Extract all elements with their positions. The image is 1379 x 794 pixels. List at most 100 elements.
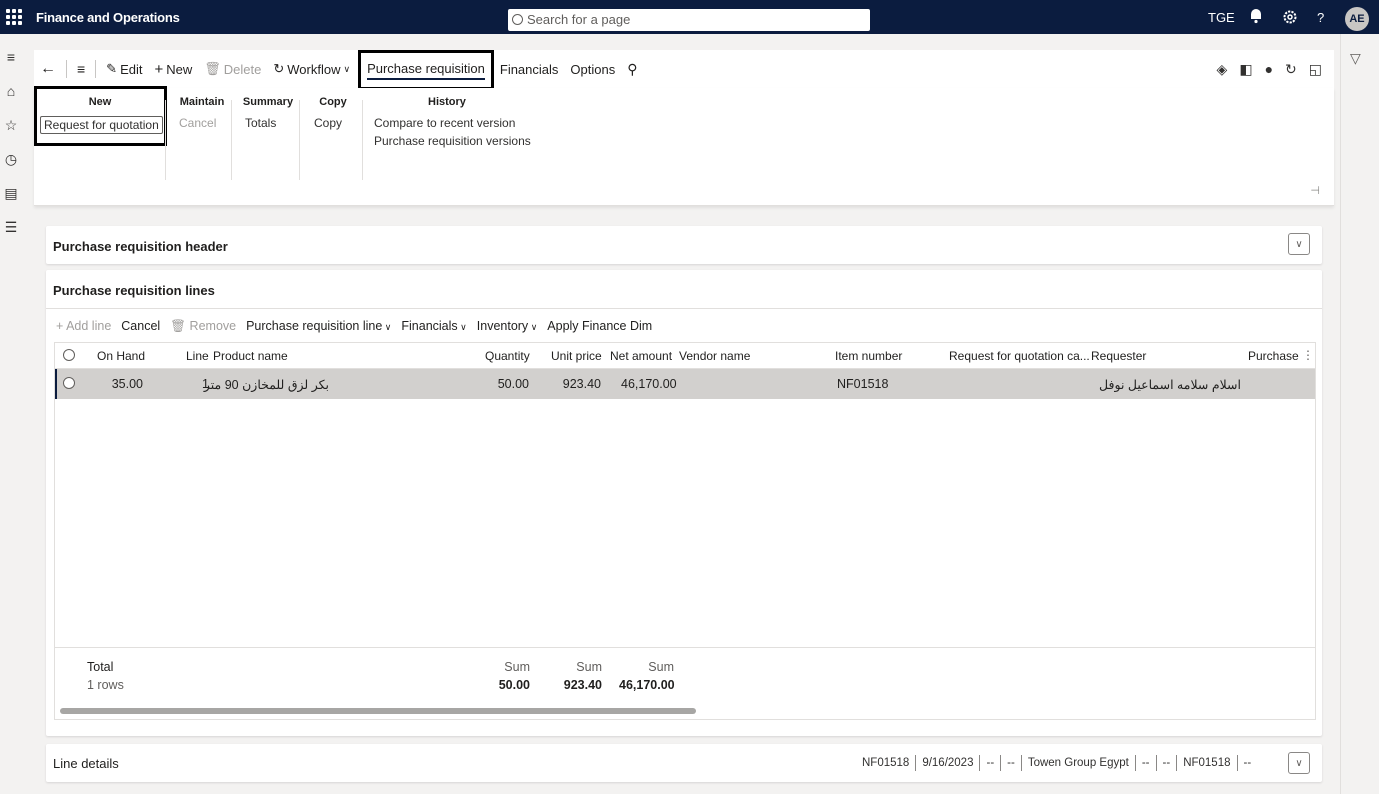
pencil-icon: ✎ — [106, 61, 118, 76]
new-button[interactable]: + New — [148, 50, 198, 88]
cell-requester[interactable]: اسلام سلامه اسماعيل نوفل — [1091, 377, 1241, 392]
summary-item: NF01518 — [862, 757, 910, 769]
apply-finance-dim-button[interactable]: Apply Finance Dim — [547, 319, 652, 333]
cell-item-number[interactable]: NF01518 — [837, 377, 888, 391]
tab-options[interactable]: Options — [564, 50, 621, 88]
divider — [66, 60, 67, 78]
back-arrow-icon[interactable]: ← — [34, 50, 62, 88]
app-launcher-icon[interactable] — [6, 9, 22, 25]
divider — [1134, 755, 1136, 771]
plus-icon: + — [154, 60, 164, 78]
page-options-icon[interactable]: ≡ — [71, 50, 91, 88]
filter-icon[interactable]: ▽ — [1350, 50, 1361, 67]
column-header-vendor-name[interactable]: Vendor name — [679, 349, 750, 363]
copy-button[interactable]: Copy — [308, 116, 358, 130]
app-title[interactable]: Finance and Operations — [36, 10, 180, 25]
cancel-requisition-button[interactable]: Cancel — [174, 116, 230, 130]
workspaces-icon[interactable]: ▤ — [0, 176, 22, 210]
chevron-down-icon[interactable]: ∨ — [1288, 752, 1310, 774]
chevron-down-icon: ∨ — [382, 322, 392, 332]
table-row[interactable]: 35.00 1 بكر لزق للمخازن 90 متر 50.00 923… — [55, 369, 1315, 399]
column-header-line[interactable]: Line — [186, 349, 209, 363]
column-header-quantity[interactable]: Quantity — [485, 349, 530, 363]
trash-icon: 🗑 — [204, 61, 221, 76]
cell-net-amount[interactable]: 46,170.00 — [621, 377, 677, 391]
power-apps-icon[interactable]: ◈ — [1217, 61, 1228, 78]
column-header-net-amount[interactable]: Net amount — [610, 349, 672, 363]
select-all-radio[interactable] — [63, 349, 75, 361]
edit-button[interactable]: ✎ Edit — [100, 50, 148, 88]
new-label: New — [166, 61, 193, 77]
tab-purchase-requisition-label: Purchase requisition — [367, 61, 485, 80]
inventory-menu[interactable]: Inventory ∨ — [477, 319, 538, 333]
modules-list-icon[interactable]: ☰ — [0, 210, 22, 244]
purchase-requisition-versions-button[interactable]: Purchase requisition versions — [374, 134, 544, 148]
column-header-item-number[interactable]: Item number — [835, 349, 902, 363]
open-new-window-icon[interactable]: ◱ — [1309, 61, 1322, 78]
divider — [1155, 755, 1157, 771]
cancel-line-button[interactable]: Cancel — [121, 319, 160, 333]
attachments-badge-icon[interactable]: ● — [1265, 61, 1273, 77]
column-header-rfq-case[interactable]: Request for quotation ca... — [949, 349, 1090, 363]
totals-button[interactable]: Totals — [240, 116, 296, 130]
workflow-button[interactable]: ↻ Workflow ∨ — [267, 50, 356, 88]
hamburger-menu-icon[interactable]: ≡ — [0, 40, 22, 74]
compare-to-recent-version-button[interactable]: Compare to recent version — [374, 116, 544, 130]
cell-on-hand[interactable]: 35.00 — [97, 377, 143, 391]
delete-button[interactable]: 🗑 Delete — [198, 50, 267, 88]
column-header-requester[interactable]: Requester — [1091, 349, 1146, 363]
horizontal-scrollbar[interactable] — [60, 708, 696, 714]
tab-financials[interactable]: Financials — [494, 50, 565, 88]
tab-purchase-requisition[interactable]: Purchase requisition — [358, 50, 494, 90]
settings-icon[interactable] — [1282, 0, 1298, 34]
help-icon[interactable]: ? — [1317, 0, 1324, 34]
divider — [1176, 755, 1178, 771]
highlight-frame — [34, 86, 167, 146]
menu-label: Inventory — [476, 319, 529, 333]
pin-ribbon-icon[interactable]: ⊣ — [1310, 184, 1320, 197]
cell-quantity[interactable]: 50.00 — [477, 377, 529, 391]
column-header-product-name[interactable]: Product name — [213, 349, 288, 363]
divider — [915, 755, 917, 771]
remove-line-button[interactable]: 🗑 Remove — [170, 319, 236, 334]
action-search-icon[interactable]: ⚲ — [621, 50, 643, 88]
group-header-copy: Copy — [319, 96, 347, 108]
notifications-icon[interactable] — [1248, 0, 1264, 34]
summary-item: NF01518 — [1183, 757, 1231, 769]
unit-price-sum: 923.40 — [563, 678, 602, 692]
lines-toolbar: + Add line Cancel 🗑 Remove Purchase requ… — [56, 316, 662, 336]
purchase-requisition-header-section[interactable]: Purchase requisition header ∨ — [46, 226, 1322, 264]
financials-menu[interactable]: Financials ∨ — [401, 319, 466, 333]
summary-item: -- — [1007, 757, 1015, 769]
row-select-radio[interactable] — [63, 377, 75, 389]
column-header-purchase[interactable]: Purchase — [1248, 349, 1299, 363]
cell-unit-price[interactable]: 923.40 — [547, 377, 601, 391]
delete-label: Delete — [223, 61, 262, 77]
grid-footer: Total 1 rows Sum 50.00 Sum 923.40 Sum 46… — [55, 647, 1315, 703]
group-header-summary: Summary — [242, 96, 294, 108]
avatar[interactable]: AE — [1345, 7, 1369, 31]
company-picker[interactable]: TGE — [1208, 0, 1235, 34]
group-header-maintain: Maintain — [179, 96, 225, 108]
cell-product-name[interactable]: بكر لزق للمخازن 90 متر — [204, 377, 329, 392]
chevron-down-icon[interactable]: ∨ — [1288, 233, 1310, 255]
page-search-input[interactable]: Search for a page — [508, 9, 870, 31]
quantity-sum: 50.00 — [498, 678, 530, 692]
column-header-unit-price[interactable]: Unit price — [551, 349, 602, 363]
add-line-button[interactable]: + Add line — [56, 319, 111, 333]
refresh-icon[interactable]: ↻ — [1285, 61, 1297, 78]
office-icon[interactable]: ◧ — [1239, 61, 1252, 78]
divider — [46, 308, 1322, 309]
divider — [165, 100, 166, 180]
recent-clock-icon[interactable]: ◷ — [0, 142, 22, 176]
divider — [979, 755, 981, 771]
line-details-section[interactable]: Line details NF01518 9/16/2023 -- -- Tow… — [46, 744, 1322, 782]
purchase-requisition-line-menu[interactable]: Purchase requisition line ∨ — [246, 319, 391, 333]
more-columns-icon[interactable]: ⋮ — [1302, 348, 1314, 362]
action-ribbon: New Request for quotation Maintain Cance… — [34, 86, 1334, 206]
favorites-star-icon[interactable]: ☆ — [0, 108, 22, 142]
column-header-on-hand[interactable]: On Hand — [97, 349, 145, 363]
action-pane-right-icons: ◈ ◧ ● ↻ ◱ — [1217, 50, 1322, 88]
lines-grid: On Hand Line Product name Quantity Unit … — [54, 342, 1316, 720]
home-icon[interactable]: ⌂ — [0, 74, 22, 108]
